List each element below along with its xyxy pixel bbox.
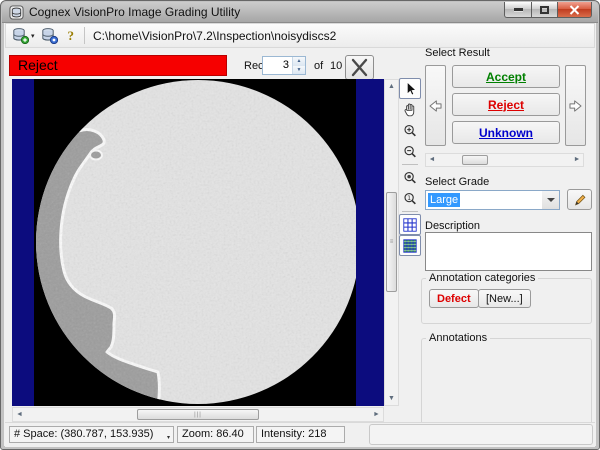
defect-category-button[interactable]: Defect [429,289,479,308]
pixel-grid-tool-button[interactable] [399,235,421,256]
zoom-actual-icon: 1 [402,190,418,207]
hand-icon [402,101,418,118]
record-position-scrollbar[interactable]: ◄ ► [425,153,584,167]
annotations-group: Annotations [421,338,592,433]
record-position-thumb[interactable] [462,155,488,165]
status-bar: # Space: (380.787, 153.935) ▾ Zoom: 86.4… [5,422,595,447]
image-canvas[interactable] [34,79,356,406]
grade-combobox[interactable]: Large [425,190,560,210]
annotations-label: Annotations [426,332,490,344]
accept-button[interactable]: Accept [452,65,560,88]
database-add-icon[interactable] [12,27,29,44]
next-record-button[interactable] [565,65,586,146]
scroll-up-icon[interactable]: ▲ [385,80,398,93]
pointer-icon [402,80,418,97]
toolstrip-separator [402,164,418,165]
delete-x-icon [346,56,373,79]
record-spinbox[interactable]: 3 ▲ ▼ [262,56,306,75]
database-config-icon[interactable] [41,27,58,44]
zoom-out-icon [402,143,418,160]
annotation-categories-group: Annotation categories Defect [New...] [421,278,592,324]
zoom-region-icon [402,169,418,186]
zoom-status: Zoom: 86.40 % [177,426,254,443]
image-horizontal-scrollbar[interactable]: ◄ ||| ► [12,407,384,422]
record-spin-down-icon[interactable]: ▼ [293,66,305,75]
scroll-left-icon[interactable]: ◄ [13,408,26,421]
description-textbox[interactable] [425,232,592,271]
grade-selected-value: Large [428,193,460,207]
window-title: Cognex VisionPro Image Grading Utility [29,5,240,19]
status-empty-panel [369,424,593,445]
zoom-in-icon [402,122,418,139]
arrow-left-icon [427,96,444,116]
maximize-icon [540,6,549,14]
combobox-dropdown-button[interactable] [542,191,559,209]
app-window: Cognex VisionPro Image Grading Utility ▾ [0,0,600,450]
record-total: 10 [330,60,342,72]
database-dropdown-caret[interactable]: ▾ [31,32,35,40]
record-spin-up-icon[interactable]: ▲ [293,57,305,66]
space-status[interactable]: # Space: (380.787, 153.935) ▾ [9,426,174,443]
minimize-button[interactable] [504,2,532,18]
edit-grade-button[interactable] [567,189,592,210]
image-vertical-scrollbar[interactable]: ▲ ≡ ▼ [384,79,399,406]
thumb-grip: ||| [194,412,202,418]
image-toolstrip: 1 [399,78,422,256]
pixel-grid-icon [402,238,418,254]
pencil-icon [573,193,587,207]
intensity-status: Intensity: 218 [256,426,345,443]
previous-record-button[interactable] [425,65,446,146]
result-banner: Reject [9,55,227,76]
reject-button[interactable]: Reject [452,93,560,116]
image-viewport[interactable] [12,79,384,406]
zoom-actual-tool-button[interactable]: 1 [399,188,421,209]
toolstrip-separator [402,211,418,212]
record-of-label: of [314,60,323,72]
scroll-left-icon[interactable]: ◄ [426,154,438,166]
pointer-tool-button[interactable] [399,78,421,99]
minimize-icon [514,8,523,11]
close-button[interactable] [558,2,592,18]
delete-record-button[interactable] [345,55,374,80]
title-bar[interactable]: Cognex VisionPro Image Grading Utility [2,2,598,23]
pan-tool-button[interactable] [399,99,421,120]
toolbar-separator [84,27,85,44]
chevron-down-icon [547,198,555,202]
unknown-button[interactable]: Unknown [452,121,560,144]
zoom-region-tool-button[interactable] [399,167,421,188]
select-result-label: Select Result [425,47,490,59]
grid-icon [402,217,418,233]
grid-tool-button[interactable] [399,214,421,235]
horizontal-scroll-thumb[interactable]: ||| [137,409,259,420]
description-label: Description [425,220,480,232]
main-toolbar: ▾ ? C:\home\VisionPro\7.2\Inspection\noi… [5,23,595,48]
app-icon [9,5,24,20]
scroll-right-icon[interactable]: ► [370,408,383,421]
record-value[interactable]: 3 [263,57,292,74]
space-coordinates: # Space: (380.787, 153.935) [14,428,153,440]
database-path: C:\home\VisionPro\7.2\Inspection\noisydi… [93,29,336,43]
annotation-categories-label: Annotation categories [426,272,538,284]
disc-image [34,79,356,406]
maximize-button[interactable] [532,2,558,18]
arrow-right-icon [567,96,584,116]
zoom-out-tool-button[interactable] [399,141,421,162]
new-category-button[interactable]: [New...] [478,289,531,308]
thumb-grip: ≡ [390,239,394,245]
svg-text:1: 1 [407,195,411,202]
scroll-down-icon[interactable]: ▼ [385,392,398,405]
scroll-right-icon[interactable]: ► [571,154,583,166]
help-icon[interactable]: ? [68,28,75,44]
close-icon [569,5,580,15]
vertical-scroll-thumb[interactable]: ≡ [386,192,397,292]
space-dropdown-icon[interactable]: ▾ [167,431,170,443]
select-grade-label: Select Grade [425,176,489,188]
zoom-in-tool-button[interactable] [399,120,421,141]
